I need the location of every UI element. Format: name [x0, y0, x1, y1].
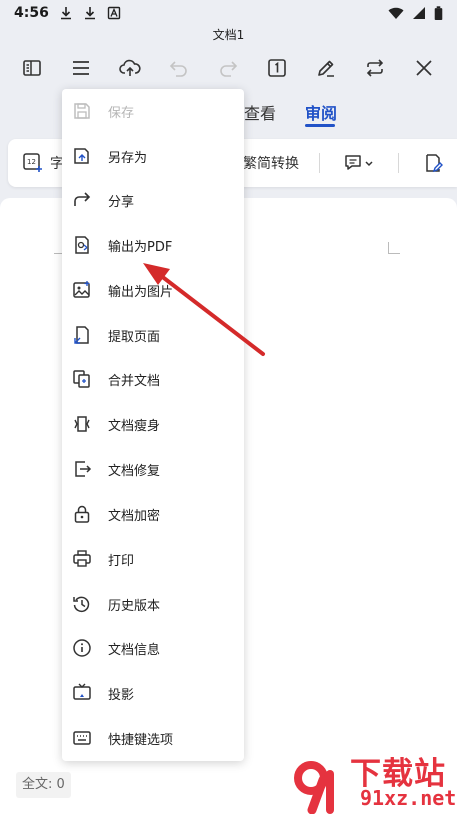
comment-dropdown-icon[interactable] — [344, 154, 374, 172]
share-icon — [72, 190, 92, 210]
menu-item-share[interactable]: 分享 — [62, 178, 244, 222]
cloud-upload-icon — [119, 59, 141, 76]
menu-item-label: 文档信息 — [108, 642, 161, 658]
menu-item-label: 文档加密 — [108, 508, 161, 524]
menu-item-export-pdf[interactable]: 输出为PDF — [62, 223, 244, 267]
menu-item-label: 文档瘦身 — [108, 418, 161, 434]
wifi-icon — [388, 7, 404, 19]
menu-item-label: 输出为图片 — [108, 284, 174, 300]
word-count-icon[interactable]: 12 — [22, 152, 44, 174]
menu-item-label: 输出为PDF — [108, 239, 173, 255]
word-count-badge: 全文: 0 — [16, 772, 71, 798]
save-icon — [72, 101, 92, 121]
margin-mark — [388, 242, 400, 254]
menu-item-merge-doc[interactable]: 合并文档 — [62, 357, 244, 401]
download-icon — [60, 7, 71, 20]
watermark-logo-icon — [294, 761, 334, 814]
menu-item-print[interactable]: 打印 — [62, 537, 244, 581]
menu-item-export-image[interactable]: 输出为图片 — [62, 268, 244, 312]
menu-item-label: 文档修复 — [108, 463, 161, 479]
status-bar: 4:56 — [0, 0, 457, 26]
document-title: 文档1 — [212, 28, 245, 42]
keyboard-icon — [72, 728, 92, 748]
menu-icon — [73, 61, 89, 75]
history-icon — [72, 594, 92, 614]
menu-item-history[interactable]: 历史版本 — [62, 582, 244, 626]
undo-button[interactable] — [165, 54, 193, 82]
tab-review[interactable]: 审阅 — [305, 100, 337, 124]
repair-doc-icon — [72, 459, 92, 479]
menu-button[interactable] — [67, 54, 95, 82]
menu-item-encrypt-doc[interactable]: 文档加密 — [62, 492, 244, 536]
page-number-icon — [268, 59, 286, 77]
page-count-button[interactable] — [263, 54, 291, 82]
menu-item-save[interactable]: 保存 — [62, 89, 244, 133]
projection-icon — [72, 683, 92, 703]
redo-button[interactable] — [214, 54, 242, 82]
site-watermark: 下载站 91xz.net — [290, 748, 457, 814]
signal-icon — [413, 7, 425, 19]
watermark-domain: 91xz.net — [360, 786, 457, 810]
edit-button[interactable] — [312, 54, 340, 82]
menu-item-label: 打印 — [108, 553, 135, 569]
battery-icon — [434, 5, 443, 20]
menu-item-label: 保存 — [108, 105, 135, 121]
top-toolbar — [0, 50, 457, 86]
slim-doc-icon — [72, 414, 92, 434]
close-button[interactable] — [410, 54, 438, 82]
svg-text:12: 12 — [27, 158, 36, 166]
pen-icon — [318, 60, 334, 77]
menu-item-projection[interactable]: 投影 — [62, 671, 244, 715]
status-time: 4:56 — [14, 5, 49, 21]
menu-item-label: 合并文档 — [108, 373, 161, 389]
menu-item-extract-page[interactable]: 提取页面 — [62, 313, 244, 357]
save-as-icon — [72, 146, 92, 166]
menu-item-repair-doc[interactable]: 文档修复 — [62, 447, 244, 491]
export-pdf-icon — [72, 235, 92, 255]
undo-icon — [169, 61, 187, 77]
export-image-icon — [72, 280, 92, 300]
menu-item-label: 投影 — [108, 687, 135, 703]
menu-item-label: 提取页面 — [108, 329, 161, 345]
menu-item-save-as[interactable]: 另存为 — [62, 134, 244, 178]
extract-page-icon — [72, 325, 92, 345]
ribbon-separator — [398, 153, 399, 173]
sidebar-toggle-button[interactable] — [18, 54, 46, 82]
redo-icon — [220, 61, 238, 77]
printer-icon — [72, 549, 92, 569]
file-menu: 保存 另存为 分享 输出为PDF 输出为图片 提取页面 合并文档 文档瘦身 文档… — [62, 89, 244, 761]
sidebar-icon — [23, 60, 41, 76]
close-icon — [416, 60, 432, 76]
menu-item-label: 分享 — [108, 194, 135, 210]
info-icon — [72, 638, 92, 658]
ribbon-separator — [319, 153, 320, 173]
menu-item-shortcuts[interactable]: 快捷键选项 — [62, 716, 244, 760]
menu-item-label: 另存为 — [108, 150, 148, 166]
merge-doc-icon — [72, 369, 92, 389]
download-icon — [84, 7, 95, 20]
switch-button[interactable] — [361, 54, 389, 82]
active-tab-indicator — [305, 124, 335, 127]
lock-icon — [72, 504, 92, 524]
app-notification-icon — [107, 6, 121, 20]
menu-item-label: 历史版本 — [108, 598, 161, 614]
tab-view[interactable]: 查看 — [244, 100, 276, 124]
menu-item-slim-doc[interactable]: 文档瘦身 — [62, 402, 244, 446]
swap-icon — [366, 59, 384, 77]
track-changes-icon[interactable] — [422, 152, 444, 174]
menu-item-label: 快捷键选项 — [108, 732, 174, 748]
cloud-upload-button[interactable] — [116, 54, 144, 82]
menu-item-doc-info[interactable]: 文档信息 — [62, 626, 244, 670]
ribbon-convert-label[interactable]: 繁简转换 — [243, 153, 299, 173]
